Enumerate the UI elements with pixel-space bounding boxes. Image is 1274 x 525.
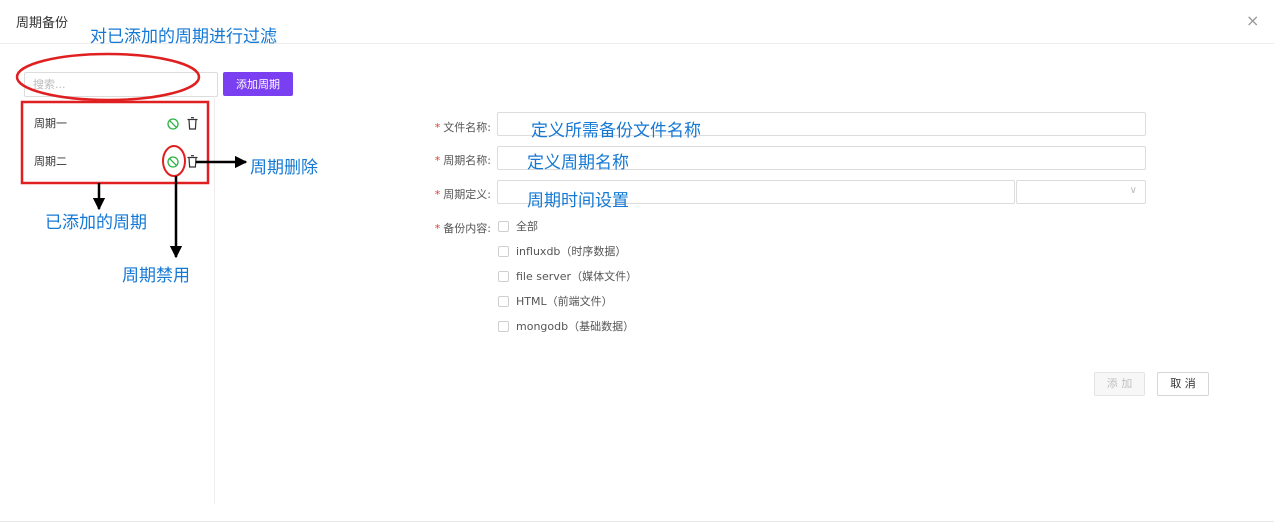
annotation-added-cycles: 已添加的周期 — [45, 213, 147, 233]
required-mark: * — [434, 154, 441, 167]
dialog-title: 周期备份 — [16, 16, 69, 31]
checkbox-label: influxdb（时序数据） — [516, 245, 627, 258]
ban-icon[interactable] — [167, 118, 179, 130]
backup-content-label: * 备份内容: — [411, 220, 491, 236]
checkbox-label: HTML（前端文件） — [516, 295, 613, 308]
checkbox-label: file server（媒体文件） — [516, 270, 638, 283]
annotation-cycle-name-hint: 定义周期名称 — [527, 153, 629, 173]
required-mark: * — [434, 121, 441, 134]
required-mark: * — [434, 222, 441, 235]
file-name-label: * 文件名称: — [411, 119, 491, 135]
cycle-definition-label: * 周期定义: — [411, 186, 491, 202]
close-icon[interactable]: × — [1246, 11, 1259, 30]
cancel-button[interactable]: 取 消 — [1157, 372, 1209, 396]
label-text: 文件名称: — [443, 121, 491, 134]
cycle-list-item[interactable]: 周期二 — [34, 152, 198, 172]
annotation-time-hint: 周期时间设置 — [527, 191, 629, 211]
checkbox-label: mongodb（基础数据） — [516, 320, 635, 333]
trash-icon[interactable] — [187, 117, 198, 130]
add-cycle-button[interactable]: 添加周期 — [223, 72, 293, 96]
label-text: 备份内容: — [443, 222, 491, 235]
checkbox[interactable] — [498, 221, 509, 232]
checkbox[interactable] — [498, 271, 509, 282]
checkbox[interactable] — [498, 321, 509, 332]
search-input[interactable] — [24, 72, 218, 97]
annotation-file-name-hint: 定义所需备份文件名称 — [531, 121, 701, 141]
cycle-unit-select[interactable]: ∨ — [1016, 180, 1146, 204]
sidebar-divider — [214, 96, 215, 504]
checkbox[interactable] — [498, 246, 509, 257]
cycle-list-item[interactable]: 周期一 — [34, 114, 198, 134]
checkbox[interactable] — [498, 296, 509, 307]
annotation-filter: 对已添加的周期进行过滤 — [90, 27, 277, 47]
add-button[interactable]: 添 加 — [1094, 372, 1145, 396]
footer-divider — [0, 521, 1274, 522]
cycle-label: 周期二 — [34, 155, 67, 168]
trash-icon[interactable] — [187, 155, 198, 168]
annotation-disable: 周期禁用 — [122, 266, 190, 286]
cycle-label: 周期一 — [34, 117, 67, 130]
checkbox-label: 全部 — [516, 220, 538, 233]
required-mark: * — [434, 188, 441, 201]
chevron-down-icon: ∨ — [1129, 185, 1137, 196]
label-text: 周期名称: — [443, 154, 491, 167]
cycle-name-label: * 周期名称: — [411, 152, 491, 168]
label-text: 周期定义: — [443, 188, 491, 201]
annotation-delete: 周期删除 — [250, 158, 318, 178]
ban-icon[interactable] — [167, 156, 179, 168]
